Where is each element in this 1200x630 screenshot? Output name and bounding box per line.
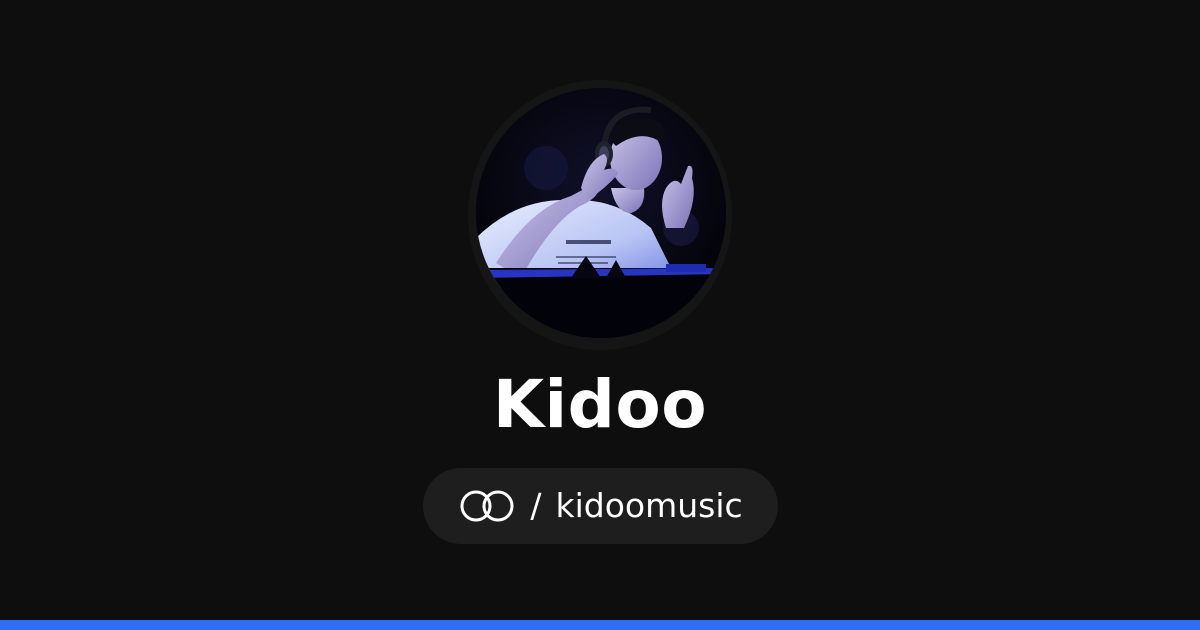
- handle-separator: /: [530, 486, 542, 525]
- profile-handle-link[interactable]: / kidoomusic: [423, 468, 778, 544]
- dj-photo: [476, 88, 726, 338]
- share-card: Kidoo / kidoomusic: [0, 0, 1200, 630]
- interlocked-rings-icon: [458, 489, 516, 523]
- profile-handle: kidoomusic: [555, 486, 743, 525]
- accent-bar: [0, 620, 1200, 630]
- avatar: [476, 88, 726, 338]
- profile-name: Kidoo: [492, 366, 708, 443]
